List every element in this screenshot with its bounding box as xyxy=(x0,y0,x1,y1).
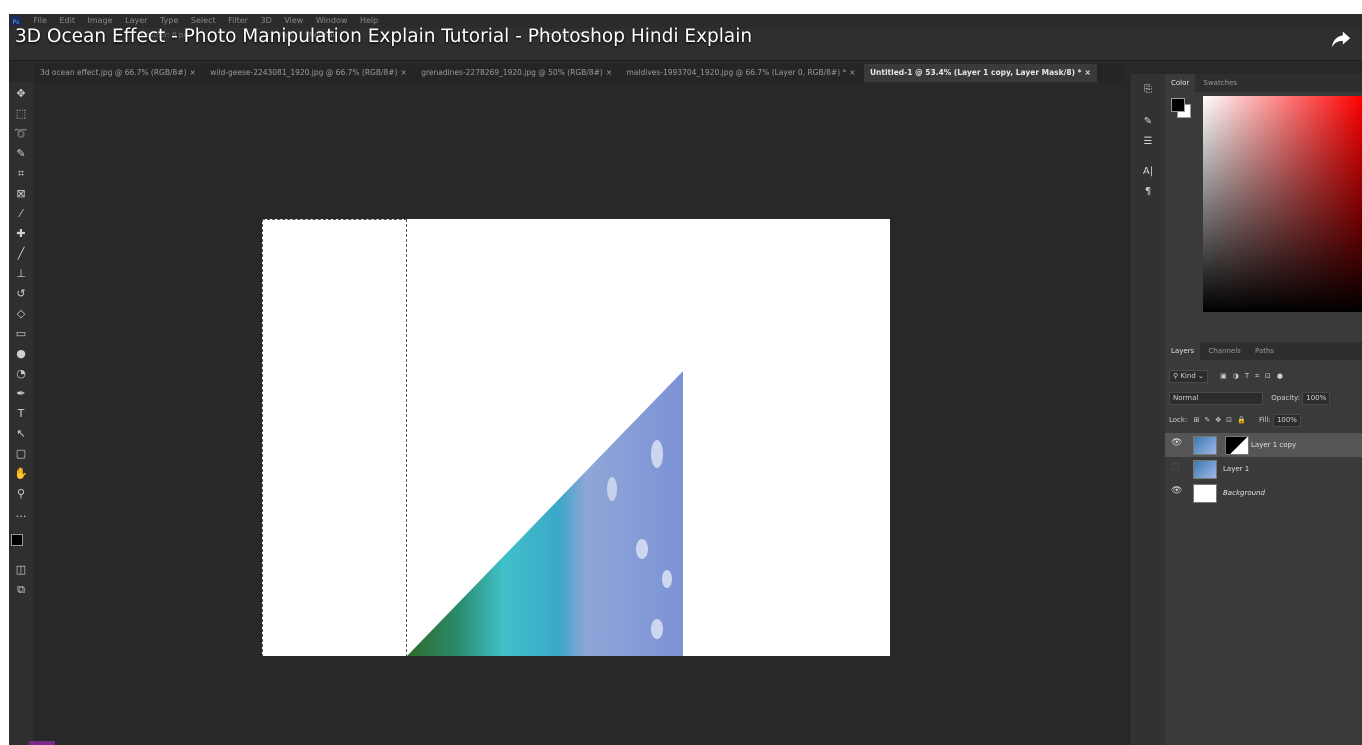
dodge-icon[interactable]: ◔ xyxy=(11,366,31,382)
tab-label: Untitled-1 @ 53.4% (Layer 1 copy, Layer … xyxy=(869,68,1082,77)
shape-icon[interactable]: ▢ xyxy=(11,446,31,462)
collapsed-panels-strip: ⎘ ✎ ☰ A| ¶ xyxy=(1129,74,1166,745)
gradient-icon[interactable]: ▭ xyxy=(11,326,31,342)
stamp-icon[interactable]: ⊥ xyxy=(11,266,31,282)
tab-paths[interactable]: Paths xyxy=(1249,342,1280,360)
close-icon[interactable]: × xyxy=(1085,68,1091,77)
tab-label: grenadines-2278269_1920.jpg @ 50% (RGB/8… xyxy=(421,68,603,77)
marquee-icon[interactable]: ⬚ xyxy=(11,106,31,122)
pen-icon[interactable]: ✒ xyxy=(11,386,31,402)
kind-filter-label: Kind xyxy=(1180,371,1196,380)
frame-icon[interactable]: ⊠ xyxy=(11,186,31,202)
layer-filter-row: ⚲ Kind ⌄ ▣◑T⌗⊡● xyxy=(1169,368,1358,384)
hidden-visibility-icon[interactable]: ▢ xyxy=(1171,462,1180,472)
tools-panel: ✥ ⬚ ➰ ✎ ⌗ ⊠ ⁄ ✚ ╱ ⊥ ↺ ◇ ▭ ● ◔ ✒ T ↖ ▢ ✋ … xyxy=(9,82,33,745)
layer-row-layer-1[interactable]: ▢ Layer 1 xyxy=(1165,457,1362,481)
color-panel-tabs: Color Swatches xyxy=(1165,74,1362,92)
brush-settings-icon[interactable]: ✎ xyxy=(1138,114,1158,130)
eye-icon[interactable]: 👁 xyxy=(1171,486,1182,496)
lock-row: Lock: ⊞✎✥⊡🔒 Fill: 100% xyxy=(1169,412,1358,428)
screen-mode-icon[interactable]: ⧉ xyxy=(11,582,31,598)
quick-select-icon[interactable]: ✎ xyxy=(11,146,31,162)
document-canvas[interactable] xyxy=(262,219,890,656)
blend-row: Normal Opacity: 100% xyxy=(1169,390,1358,406)
photoshop-window: Ps File Edit Image Layer Type Select Fil… xyxy=(9,14,1362,745)
close-icon[interactable]: × xyxy=(401,68,407,77)
eyedropper-icon[interactable]: ⁄ xyxy=(11,206,31,222)
tab-swatches[interactable]: Swatches xyxy=(1198,74,1243,92)
layer-mask-thumbnail[interactable] xyxy=(1225,436,1249,455)
brush-icon[interactable]: ╱ xyxy=(11,246,31,262)
tab-layers[interactable]: Layers xyxy=(1165,342,1201,360)
eraser-icon[interactable]: ◇ xyxy=(11,306,31,322)
tab-grenadines[interactable]: grenadines-2278269_1920.jpg @ 50% (RGB/8… xyxy=(415,64,618,82)
opacity-field[interactable]: 100% xyxy=(1302,391,1331,405)
color-picker-field[interactable] xyxy=(1203,96,1362,312)
channel-avatar xyxy=(29,741,55,745)
close-icon[interactable]: × xyxy=(849,68,855,77)
layer-name: Layer 1 xyxy=(1223,465,1250,473)
document-tabs: 3d ocean effect.jpg @ 66.7% (RGB/8#) × wi… xyxy=(34,64,1124,82)
document-workspace xyxy=(34,82,1124,745)
layer-thumbnail xyxy=(1193,436,1217,455)
color-fg-bg-swatch[interactable] xyxy=(1171,98,1191,118)
zoom-icon[interactable]: ⚲ xyxy=(11,486,31,502)
foreground-color-swatch[interactable] xyxy=(11,534,23,546)
blur-icon[interactable]: ● xyxy=(11,346,31,362)
close-icon[interactable]: × xyxy=(190,68,196,77)
tab-label: wild-geese-2243081_1920.jpg @ 66.7% (RGB… xyxy=(210,68,398,77)
lasso-icon[interactable]: ➰ xyxy=(11,126,31,142)
layer-row-background[interactable]: 👁 Background xyxy=(1165,481,1362,505)
tab-channels[interactable]: Channels xyxy=(1202,342,1246,360)
type-icon[interactable]: T xyxy=(11,406,31,422)
tab-untitled-1[interactable]: Untitled-1 @ 53.4% (Layer 1 copy, Layer … xyxy=(863,64,1097,82)
background-color-swatch[interactable] xyxy=(1171,98,1185,112)
tab-3d-ocean-effect[interactable]: 3d ocean effect.jpg @ 66.7% (RGB/8#) × xyxy=(34,64,202,82)
close-icon[interactable]: × xyxy=(606,68,612,77)
history-panel-icon[interactable]: ⎘ xyxy=(1138,82,1158,98)
tab-wild-geese[interactable]: wild-geese-2243081_1920.jpg @ 66.7% (RGB… xyxy=(204,64,413,82)
eye-icon[interactable]: 👁 xyxy=(1171,438,1182,448)
right-panels: Color Swatches Layers Channels Paths ⚲ K… xyxy=(1165,74,1362,745)
healing-icon[interactable]: ✚ xyxy=(11,226,31,242)
filter-icons: ▣◑T⌗⊡● xyxy=(1220,372,1290,380)
layers-panel-tabs: Layers Channels Paths xyxy=(1165,342,1362,360)
fill-field[interactable]: 100% xyxy=(1272,413,1301,427)
adjustments-icon[interactable]: ☰ xyxy=(1138,134,1158,150)
photoshop-logo-icon: Ps xyxy=(11,16,21,26)
layer-thumbnail xyxy=(1193,484,1217,503)
move-icon[interactable]: ✥ xyxy=(11,86,31,102)
video-title: 3D Ocean Effect - Photo Manipulation Exp… xyxy=(15,26,753,47)
quick-mask-icon[interactable]: ◫ xyxy=(11,562,31,578)
blend-mode-label: Normal xyxy=(1173,393,1199,402)
share-icon[interactable] xyxy=(1330,28,1352,50)
marquee-selection xyxy=(262,219,407,656)
kind-filter-dropdown[interactable]: ⚲ Kind ⌄ xyxy=(1169,369,1208,383)
opacity-label: Opacity: xyxy=(1271,394,1301,402)
lock-label: Lock: xyxy=(1169,416,1188,424)
layer-row-layer-1-copy[interactable]: 👁 Layer 1 copy xyxy=(1165,433,1362,457)
paragraph-panel-icon[interactable]: ¶ xyxy=(1138,184,1158,200)
lock-icons[interactable]: ⊞✎✥⊡🔒 xyxy=(1194,416,1251,424)
hand-icon[interactable]: ✋ xyxy=(11,466,31,482)
tab-color[interactable]: Color xyxy=(1165,74,1196,92)
blend-mode-dropdown[interactable]: Normal xyxy=(1169,391,1263,405)
path-select-icon[interactable]: ↖ xyxy=(11,426,31,442)
tab-label: maldives-1993704_1920.jpg @ 66.7% (Layer… xyxy=(626,68,847,77)
layer-thumbnail xyxy=(1193,460,1217,479)
fill-label: Fill: xyxy=(1258,416,1271,424)
tab-maldives[interactable]: maldives-1993704_1920.jpg @ 66.7% (Layer… xyxy=(621,64,862,82)
layer-name: Background xyxy=(1223,489,1265,497)
layer-name: Layer 1 copy xyxy=(1251,441,1297,449)
crop-icon[interactable]: ⌗ xyxy=(11,166,31,182)
character-panel-icon[interactable]: A| xyxy=(1138,164,1158,180)
history-brush-icon[interactable]: ↺ xyxy=(11,286,31,302)
tab-label: 3d ocean effect.jpg @ 66.7% (RGB/8#) xyxy=(40,68,187,77)
more-icon[interactable]: … xyxy=(11,506,31,522)
